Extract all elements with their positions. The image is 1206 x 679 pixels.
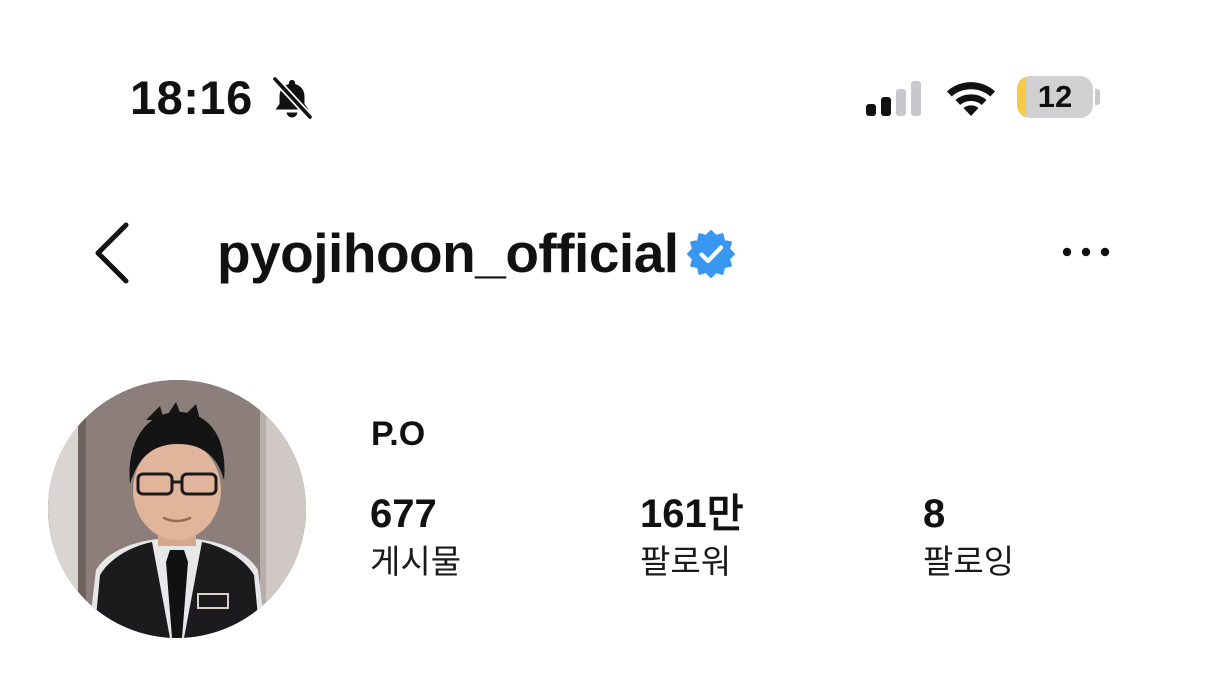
posts-label: 게시물 (370, 542, 462, 581)
following-label: 팔로잉 (923, 542, 1015, 581)
battery-icon: 12 (1017, 76, 1093, 118)
battery-level: 12 (1037, 79, 1073, 114)
followers-count: 161만 (640, 492, 744, 536)
profile-username: pyojihoon_official (217, 222, 679, 284)
stat-posts[interactable]: 677 게시물 (370, 490, 461, 584)
bell-slash-icon (271, 76, 314, 120)
cellular-signal-icon (866, 81, 921, 116)
profile-display-name: P.O (371, 415, 426, 453)
more-options-icon[interactable] (1056, 232, 1116, 272)
followers-label: 팔로워 (640, 542, 732, 581)
following-count: 8 (923, 492, 946, 536)
battery-tip (1095, 89, 1100, 105)
back-button[interactable] (88, 218, 140, 288)
stat-following[interactable]: 8 팔로잉 (923, 490, 1014, 584)
stat-followers[interactable]: 161만 팔로워 (640, 490, 744, 584)
verified-badge-icon (687, 230, 735, 278)
posts-count: 677 (370, 492, 437, 536)
profile-avatar[interactable] (48, 380, 306, 638)
wifi-icon (947, 82, 995, 116)
status-time: 18:16 (130, 71, 253, 124)
avatar-photo (48, 380, 306, 638)
